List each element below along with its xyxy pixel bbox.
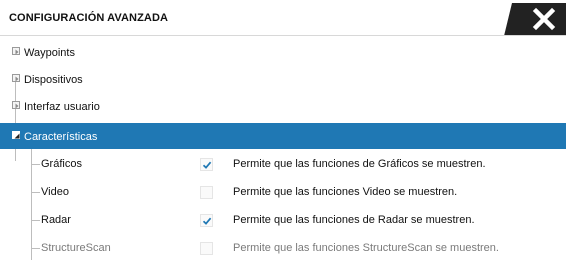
feature-description: Permite que las funciones de Radar se mu… [233,214,475,226]
feature-description: Permite que las funciones Video se muest… [233,186,458,198]
feature-list: Gráficos Permite que las funciones de Gr… [0,149,566,261]
structurescan-checkbox[interactable] [200,242,213,255]
feature-description: Permite que las funciones StructureScan … [233,242,499,254]
feature-row-graficos: Gráficos Permite que las funciones de Gr… [0,150,566,176]
tree-connector [31,164,40,165]
title-bar: CONFIGURACIÓN AVANZADA [0,0,566,36]
checkmark-icon [202,217,212,225]
tree-item-dispositivos[interactable]: Dispositivos [0,66,566,92]
expand-arrow-icon[interactable] [12,101,20,109]
tree-item-label: Características [24,131,98,143]
feature-description: Permite que las funciones de Gráficos se… [233,158,486,170]
graficos-checkbox[interactable] [200,158,213,171]
tree-item-interfaz-usuario[interactable]: Interfaz usuario [0,93,566,119]
video-checkbox[interactable] [200,186,213,199]
expand-arrow-icon[interactable] [12,47,20,55]
checkmark-icon [202,161,212,169]
expand-arrow-icon[interactable] [12,74,20,82]
dialog-title: CONFIGURACIÓN AVANZADA [9,12,169,24]
tree-item-label: Interfaz usuario [24,101,100,113]
tree-item-label: Waypoints [24,47,75,59]
feature-row-structurescan: StructureScan Permite que las funciones … [0,234,566,260]
feature-row-video: Video Permite que las funciones Video se… [0,178,566,204]
advanced-settings-dialog: CONFIGURACIÓN AVANZADA Waypoints Disposi… [0,0,566,261]
radar-checkbox[interactable] [200,214,213,227]
tree-item-caracteristicas[interactable]: Características [0,123,566,149]
feature-label: Video [41,186,69,198]
tree-connector [31,248,40,249]
feature-label: StructureScan [41,242,111,254]
feature-label: Radar [41,214,71,226]
feature-label: Gráficos [41,158,82,170]
tree-item-waypoints[interactable]: Waypoints [0,39,566,65]
tree-item-label: Dispositivos [24,74,83,86]
close-icon [504,3,566,36]
close-button[interactable] [504,3,566,36]
feature-row-radar: Radar Permite que las funciones de Radar… [0,206,566,232]
tree-connector [31,220,40,221]
tree-connector [31,192,40,193]
collapse-arrow-icon[interactable] [12,131,20,139]
settings-tree: Waypoints Dispositivos Interfaz usuario … [0,36,566,261]
